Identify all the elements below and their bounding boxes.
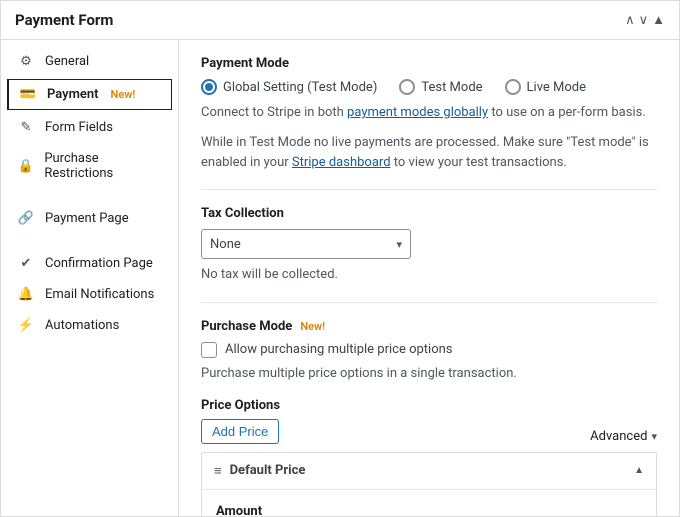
purchase-mode-helper: Purchase multiple price options in a sin… bbox=[201, 364, 657, 384]
checkbox-label: Allow purchasing multiple price options bbox=[225, 342, 453, 357]
lock-icon: 🔒 bbox=[17, 159, 34, 174]
payment-mode-title: Payment Mode bbox=[201, 56, 657, 71]
chevron-down-icon: ▾ bbox=[651, 430, 657, 443]
radio-live-mode[interactable]: Live Mode bbox=[505, 79, 586, 95]
check-icon: ✔ bbox=[17, 256, 35, 271]
radio-test-mode[interactable]: Test Mode bbox=[399, 79, 482, 95]
move-up-icon[interactable]: ∧ bbox=[625, 13, 635, 28]
purchase-mode-title: Purchase Mode bbox=[201, 319, 292, 334]
sidebar-item-purchase-restrictions[interactable]: 🔒 Purchase Restrictions bbox=[1, 143, 178, 189]
sidebar-item-general[interactable]: ⚙ General bbox=[1, 46, 178, 77]
sidebar-item-automations[interactable]: ⚡ Automations bbox=[1, 310, 178, 341]
tax-collection-select[interactable]: None ▾ bbox=[201, 229, 411, 259]
sidebar-item-payment-page[interactable]: 🔗 Payment Page bbox=[1, 203, 178, 234]
radio-label: Global Setting (Test Mode) bbox=[223, 80, 377, 95]
bolt-icon: ⚡ bbox=[17, 318, 35, 333]
radio-global-setting[interactable]: Global Setting (Test Mode) bbox=[201, 79, 377, 95]
radio-label: Live Mode bbox=[527, 80, 586, 95]
divider bbox=[201, 189, 657, 190]
new-badge: New! bbox=[300, 320, 325, 333]
divider bbox=[201, 302, 657, 303]
sidebar-item-label: Purchase Restrictions bbox=[44, 151, 166, 181]
panel-header: Payment Form ∧ ∨ ▲ bbox=[1, 1, 679, 40]
sidebar-item-label: General bbox=[45, 54, 89, 69]
radio-icon bbox=[399, 79, 415, 95]
link-icon: 🔗 bbox=[17, 211, 35, 226]
collapse-icon[interactable]: ▲ bbox=[634, 465, 644, 476]
sidebar-item-label: Payment Page bbox=[45, 211, 129, 226]
price-options-title: Price Options bbox=[201, 398, 280, 413]
stripe-dashboard-link[interactable]: Stripe dashboard bbox=[292, 155, 391, 170]
sidebar-item-label: Email Notifications bbox=[45, 287, 154, 302]
sidebar-item-form-fields[interactable]: ✎ Form Fields bbox=[1, 112, 178, 143]
sidebar-item-confirmation-page[interactable]: ✔ Confirmation Page bbox=[1, 248, 178, 279]
drag-handle-icon[interactable]: ≡ bbox=[214, 463, 222, 479]
radio-icon bbox=[201, 79, 217, 95]
panel-title: Payment Form bbox=[15, 11, 113, 29]
content-area: Payment Mode Global Setting (Test Mode) … bbox=[179, 40, 679, 516]
bell-icon: 🔔 bbox=[17, 287, 35, 302]
payment-mode-helper-2: While in Test Mode no live payments are … bbox=[201, 133, 657, 173]
sidebar-item-label: Form Fields bbox=[45, 120, 113, 135]
amount-label: Amount bbox=[216, 504, 642, 516]
radio-icon bbox=[505, 79, 521, 95]
sidebar-item-label: Automations bbox=[45, 318, 119, 333]
sidebar-item-payment[interactable]: 💳 Payment New! bbox=[7, 79, 172, 110]
sidebar-item-label: Payment bbox=[47, 87, 99, 102]
payment-mode-helper-1: Connect to Stripe in both payment modes … bbox=[201, 103, 657, 123]
move-down-icon[interactable]: ∨ bbox=[639, 13, 649, 28]
radio-label: Test Mode bbox=[421, 80, 482, 95]
new-badge: New! bbox=[111, 88, 136, 101]
payment-modes-globally-link[interactable]: payment modes globally bbox=[347, 105, 488, 120]
payment-mode-options: Global Setting (Test Mode) Test Mode Liv… bbox=[201, 79, 657, 95]
tax-collection-title: Tax Collection bbox=[201, 206, 657, 221]
allow-multiple-price-options-row[interactable]: Allow purchasing multiple price options bbox=[201, 342, 657, 358]
sidebar-item-email-notifications[interactable]: 🔔 Email Notifications bbox=[1, 279, 178, 310]
chevron-down-icon: ▾ bbox=[396, 238, 402, 251]
sidebar: ⚙ General 💳 Payment New! ✎ Form Fields 🔒… bbox=[1, 40, 179, 516]
sidebar-item-label: Confirmation Page bbox=[45, 256, 153, 271]
edit-icon: ✎ bbox=[17, 120, 35, 135]
price-card-title: Default Price bbox=[230, 463, 306, 478]
select-value: None bbox=[210, 237, 241, 252]
price-card-default: ≡ Default Price ▲ Amount USD ($) ▾ bbox=[201, 452, 657, 516]
checkbox-icon[interactable] bbox=[201, 342, 217, 358]
price-card-header[interactable]: ≡ Default Price ▲ bbox=[202, 453, 656, 490]
tax-helper: No tax will be collected. bbox=[201, 265, 657, 285]
add-price-button[interactable]: Add Price bbox=[201, 419, 279, 444]
gear-icon: ⚙ bbox=[17, 54, 35, 69]
payment-form-panel: Payment Form ∧ ∨ ▲ ⚙ General 💳 Payment N… bbox=[0, 0, 680, 517]
card-icon: 💳 bbox=[19, 87, 37, 102]
panel-actions: ∧ ∨ ▲ bbox=[625, 12, 665, 28]
advanced-toggle[interactable]: Advanced ▾ bbox=[590, 429, 657, 444]
collapse-icon[interactable]: ▲ bbox=[652, 12, 665, 28]
